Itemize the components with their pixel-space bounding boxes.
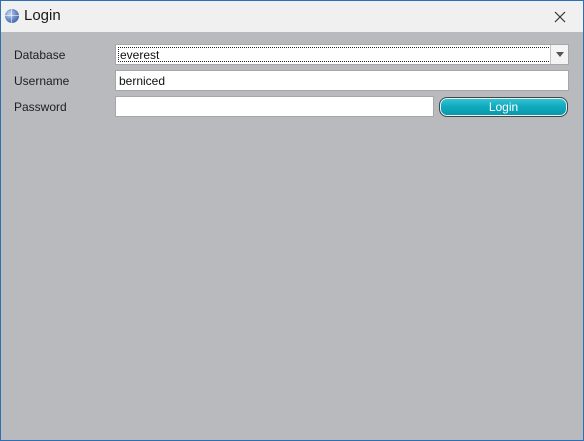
close-icon — [554, 11, 566, 22]
globe-icon — [5, 9, 19, 23]
database-select-value: everest — [118, 47, 551, 62]
window-title: Login — [24, 7, 61, 24]
login-button[interactable]: Login — [439, 97, 568, 117]
chevron-down-icon — [555, 52, 564, 57]
login-window: Login Database everest Username berniced… — [0, 0, 584, 441]
login-form: Database everest Username berniced Passw… — [1, 33, 583, 440]
title-bar: Login — [1, 1, 583, 32]
username-label: Username — [14, 74, 70, 88]
password-field[interactable] — [115, 96, 434, 117]
database-label: Database — [14, 48, 66, 62]
username-field[interactable]: berniced — [115, 70, 569, 91]
database-dropdown-button[interactable] — [550, 45, 568, 64]
password-label: Password — [14, 100, 67, 114]
database-select[interactable]: everest — [115, 44, 569, 65]
close-button[interactable] — [537, 1, 583, 32]
